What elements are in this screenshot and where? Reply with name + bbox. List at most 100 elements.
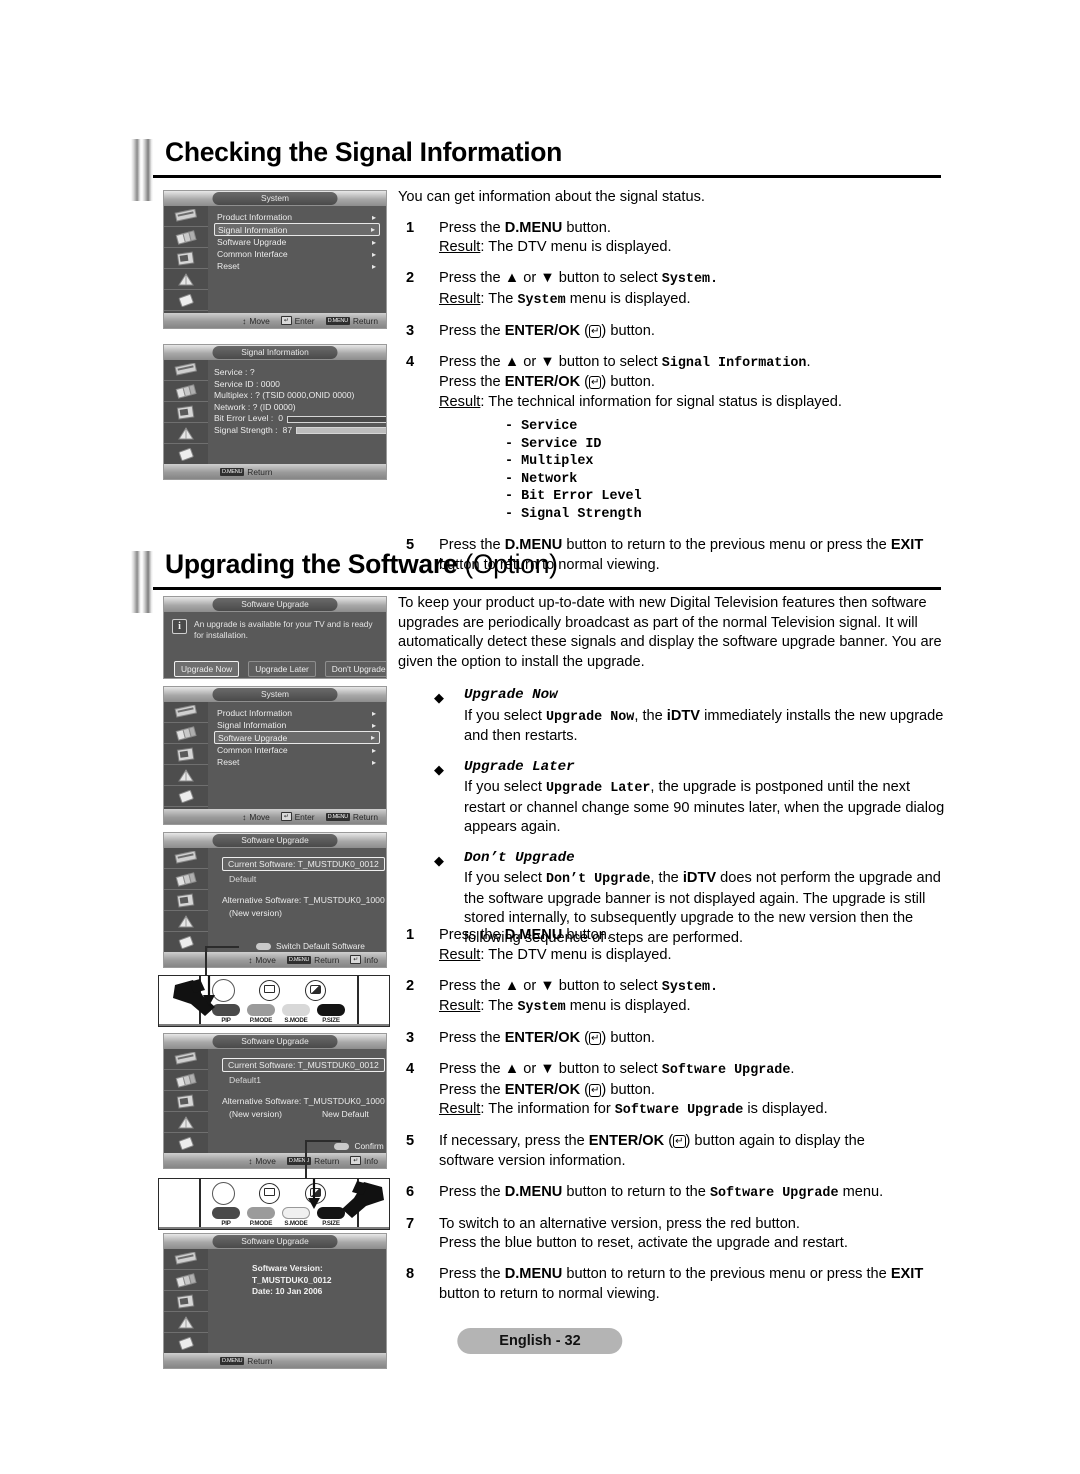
- osd-item-reset[interactable]: Reset ▸: [214, 756, 380, 768]
- rail-icon-picture[interactable]: [164, 206, 208, 227]
- rail-icon-picture[interactable]: [164, 1249, 208, 1270]
- remote-key-smode[interactable]: [282, 1004, 310, 1016]
- key-dmenu: D.MENU: [504, 1183, 563, 1200]
- rail-icon-input[interactable]: [164, 444, 208, 465]
- rail-icon-picture[interactable]: [164, 848, 208, 869]
- step-line: Press the D.MENU button.: [439, 926, 946, 946]
- rail-icon-channel[interactable]: [164, 1091, 208, 1112]
- osd-item-common-interface[interactable]: Common Interface ▸: [214, 248, 380, 260]
- osd-item-software-upgrade[interactable]: Software Upgrade ▸: [214, 731, 380, 744]
- remote-key-pmode[interactable]: [247, 1207, 275, 1219]
- footer-label: Enter: [294, 811, 315, 822]
- rail-icon-channel[interactable]: [164, 890, 208, 911]
- footer-enter[interactable]: ↵ Enter: [280, 811, 315, 822]
- field-signal-strength: - Signal Strength: [505, 506, 642, 522]
- footer-return[interactable]: D.MENU Return: [220, 467, 272, 477]
- osd-item-software-upgrade[interactable]: Software Upgrade ▸: [214, 236, 380, 248]
- field-service-id: - Service ID: [505, 436, 602, 452]
- period: .: [806, 353, 811, 370]
- step-line-2: software version information.: [439, 1152, 626, 1169]
- rail-icon-picture[interactable]: [164, 360, 208, 381]
- remote-key-psize[interactable]: [317, 1004, 345, 1016]
- rail-icon-setup[interactable]: [164, 423, 208, 444]
- result-label: Result: [439, 1101, 481, 1117]
- rail-icon-setup[interactable]: [164, 269, 208, 290]
- rail-icon-sound[interactable]: [164, 227, 208, 248]
- rail-icon-sound[interactable]: [164, 723, 208, 744]
- menu-name-system: System.: [661, 272, 719, 287]
- osd-item-signal-information[interactable]: Signal Information ▸: [214, 223, 380, 236]
- rail-icon-sound[interactable]: [164, 869, 208, 890]
- footer-info[interactable]: ↵ Info: [350, 955, 378, 965]
- footer-return[interactable]: D.MENU Return: [286, 955, 339, 965]
- diamond-bullet-icon: ◆: [434, 852, 444, 868]
- footer-move[interactable]: ↕ Move: [248, 955, 276, 965]
- rail-icon-channel[interactable]: [164, 1291, 208, 1312]
- footer-return[interactable]: D.MENU Return: [286, 1156, 339, 1166]
- step-number: 1: [406, 219, 415, 236]
- footer-return[interactable]: D.MENU Return: [325, 316, 378, 326]
- osd-signal-information[interactable]: Signal Information Service : ? Service I…: [163, 344, 387, 480]
- footer-return[interactable]: D.MENU Return: [220, 1356, 272, 1366]
- rail-icon-sound[interactable]: [164, 381, 208, 402]
- key-enter-ok: ENTER/OK: [504, 374, 581, 390]
- osd-system-menu-1[interactable]: System Product Information ▸ Signal Info…: [163, 190, 387, 329]
- osd-software-upgrade-1[interactable]: Software Upgrade Current Software: T_MUS…: [163, 832, 387, 968]
- rail-icon-input[interactable]: [164, 1333, 208, 1354]
- rail-icon-picture[interactable]: [164, 702, 208, 723]
- rail-icon-picture[interactable]: [164, 1049, 208, 1070]
- rail-icon-setup[interactable]: [164, 1112, 208, 1133]
- rail-icon-input[interactable]: [164, 932, 208, 953]
- footer-return[interactable]: D.MENU Return: [325, 812, 378, 822]
- remote-key-pip[interactable]: [212, 1207, 240, 1219]
- rail-icon-setup[interactable]: [164, 765, 208, 786]
- remote-key-pmode[interactable]: [247, 1004, 275, 1016]
- osd-item-reset[interactable]: Reset ▸: [214, 260, 380, 272]
- osd-software-upgrade-2[interactable]: Software Upgrade Current Software: T_MUS…: [163, 1033, 387, 1169]
- osd-item-product-information[interactable]: Product Information ▸: [214, 211, 380, 223]
- result-text-b: menu is displayed.: [565, 998, 691, 1014]
- osd-titlebar: Software Upgrade: [164, 1034, 386, 1049]
- osd-upgrade-banner[interactable]: Software Upgrade i An upgrade is availab…: [163, 596, 387, 679]
- rail-icon-channel[interactable]: [164, 248, 208, 269]
- rail-icon-sound[interactable]: [164, 1270, 208, 1291]
- field-network: - Network: [505, 471, 578, 487]
- footer-move[interactable]: ↕ Move: [242, 316, 270, 326]
- switch-default-software-action[interactable]: Switch Default Software: [256, 941, 365, 951]
- osd-titlebar: Software Upgrade: [164, 597, 386, 612]
- osd-software-version[interactable]: Software Upgrade Software Version: T_MUS…: [163, 1233, 387, 1369]
- rail-icon-input[interactable]: [164, 290, 208, 311]
- step-line: Press the ENTER/OK (↵) button.: [439, 322, 943, 342]
- result-label: Result: [439, 239, 481, 255]
- osd-item-label: Software Upgrade: [217, 237, 287, 247]
- footer-move[interactable]: ↕ Move: [242, 812, 270, 822]
- osd-item-label: Software Upgrade: [218, 732, 288, 743]
- osd-system-menu-2[interactable]: System Product Information ▸ Signal Info…: [163, 686, 387, 825]
- step-line-2: Press the blue button to reset, activate…: [439, 1235, 848, 1251]
- dont-upgrade-button[interactable]: Don't Upgrade: [324, 661, 386, 677]
- step-4: 4 Press the ▲ or ▼ button to select Sign…: [398, 353, 943, 524]
- upgrade-later-button[interactable]: Upgrade Later: [248, 661, 316, 677]
- footer-enter[interactable]: ↵ Enter: [280, 316, 315, 326]
- rail-icon-sound[interactable]: [164, 1070, 208, 1091]
- step-number: 6: [406, 1183, 415, 1200]
- option-title: Don’t Upgrade: [464, 849, 575, 866]
- result-text: : The DTV menu is displayed.: [480, 239, 672, 255]
- rail-icon-input[interactable]: [164, 786, 208, 807]
- footer-info[interactable]: ↵ Info: [350, 1156, 378, 1166]
- step-text: Press the: [439, 1081, 505, 1098]
- rail-icon-channel[interactable]: [164, 402, 208, 423]
- upgrade-now-button[interactable]: Upgrade Now: [174, 661, 240, 677]
- rail-icon-input[interactable]: [164, 1133, 208, 1154]
- rail-icon-setup[interactable]: [164, 1312, 208, 1333]
- osd-item-signal-information[interactable]: Signal Information ▸: [214, 719, 380, 731]
- rail-icon-channel[interactable]: [164, 744, 208, 765]
- bit-error-label: Bit Error Level :: [214, 413, 274, 424]
- osd-item-common-interface[interactable]: Common Interface ▸: [214, 744, 380, 756]
- osd-footer: D.MENU Return: [164, 1353, 386, 1368]
- osd-item-product-information[interactable]: Product Information ▸: [214, 707, 380, 719]
- footer-move[interactable]: ↕ Move: [248, 1156, 276, 1166]
- rail-icon-setup[interactable]: [164, 911, 208, 932]
- key-enter-ok: ENTER/OK: [504, 322, 581, 339]
- confirm-action[interactable]: Confirm: [334, 1141, 384, 1151]
